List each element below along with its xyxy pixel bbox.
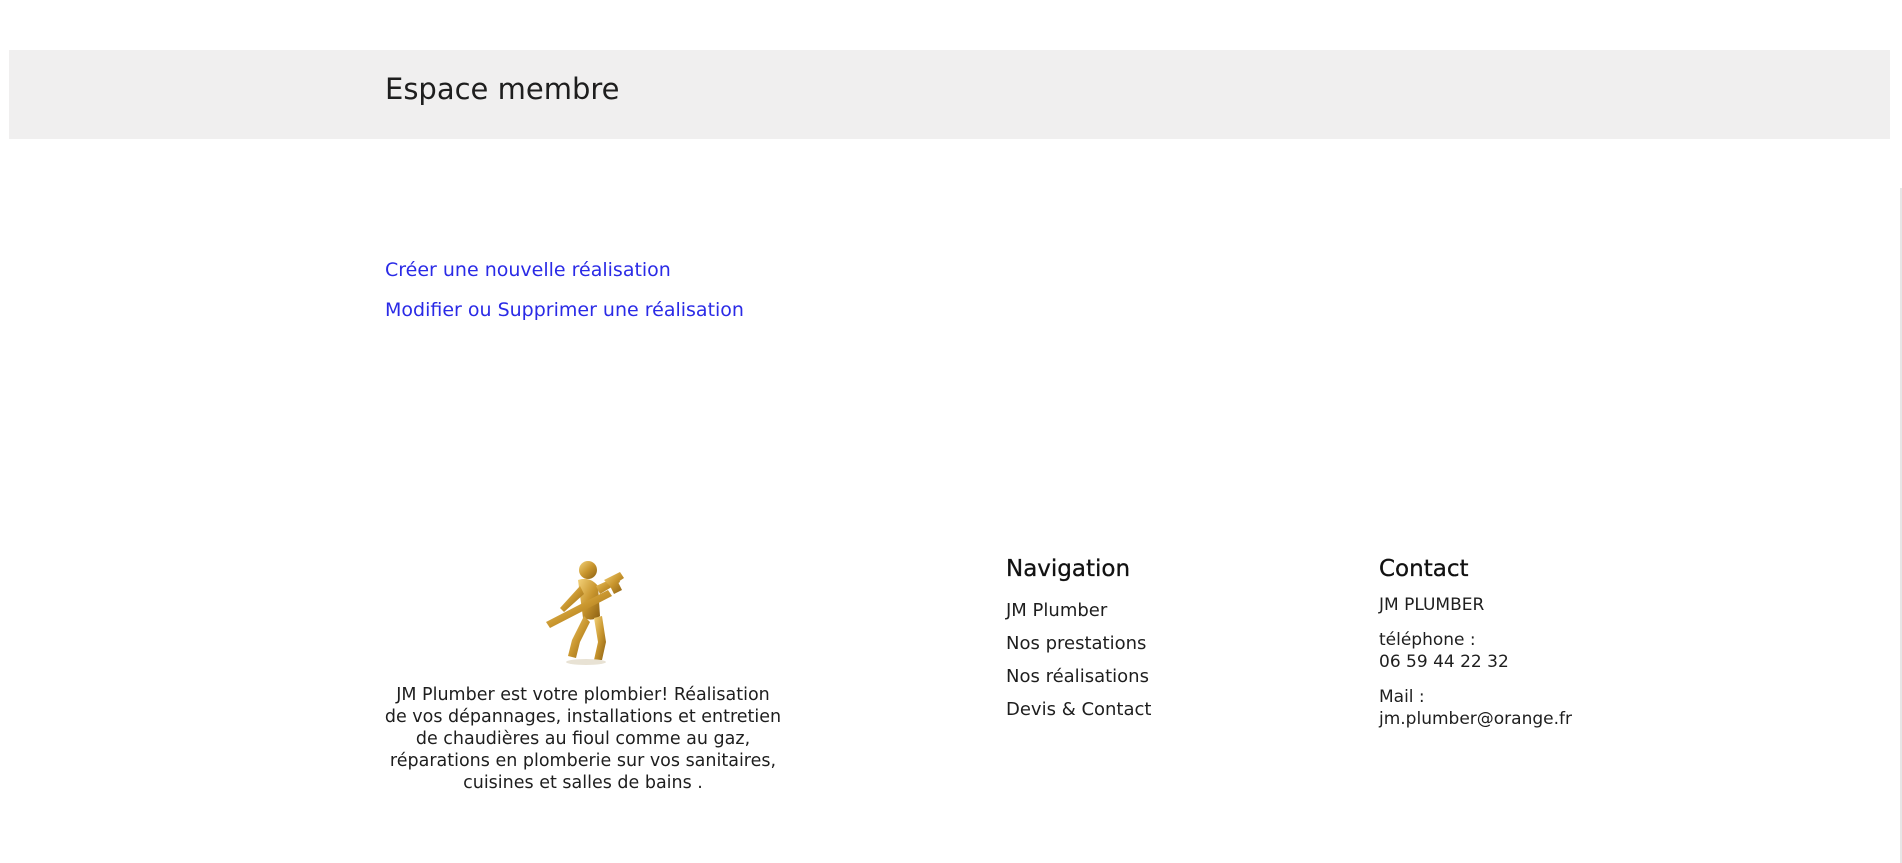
navigation-heading: Navigation <box>1006 556 1131 582</box>
member-actions: Créer une nouvelle réalisation Modifier … <box>385 250 744 330</box>
footer-nav-jm-plumber[interactable]: JM Plumber <box>1006 594 1151 627</box>
footer-navigation: Navigation JM Plumber Nos prestations No… <box>1006 556 1152 726</box>
contact-phone: téléphone : 06 59 44 22 32 <box>1379 629 1572 673</box>
golden-plumber-with-wrench-icon <box>538 556 628 666</box>
footer-contact: Contact JM PLUMBER téléphone : 06 59 44 … <box>1379 556 1572 743</box>
mail-label: Mail : <box>1379 687 1425 707</box>
contact-heading: Contact <box>1379 556 1469 582</box>
edit-delete-realisation-link[interactable]: Modifier ou Supprimer une réalisation <box>385 290 744 330</box>
contact-company: JM PLUMBER <box>1379 595 1485 615</box>
contact-mail: Mail : jm.plumber@orange.fr <box>1379 686 1572 730</box>
phone-label: téléphone : <box>1379 630 1476 650</box>
footer-about: JM Plumber est votre plombier! Réalisati… <box>383 556 783 794</box>
footer-nav-devis-contact[interactable]: Devis & Contact <box>1006 693 1151 726</box>
page-title: Espace membre <box>385 72 620 106</box>
footer-nav-realisations[interactable]: Nos réalisations <box>1006 660 1151 693</box>
page-header-banner: Espace membre <box>9 50 1890 139</box>
phone-number: 06 59 44 22 32 <box>1379 652 1509 672</box>
mail-address: jm.plumber@orange.fr <box>1379 709 1572 729</box>
create-realisation-link[interactable]: Créer une nouvelle réalisation <box>385 250 744 290</box>
about-text: JM Plumber est votre plombier! Réalisati… <box>384 685 782 793</box>
footer-nav-prestations[interactable]: Nos prestations <box>1006 627 1151 660</box>
